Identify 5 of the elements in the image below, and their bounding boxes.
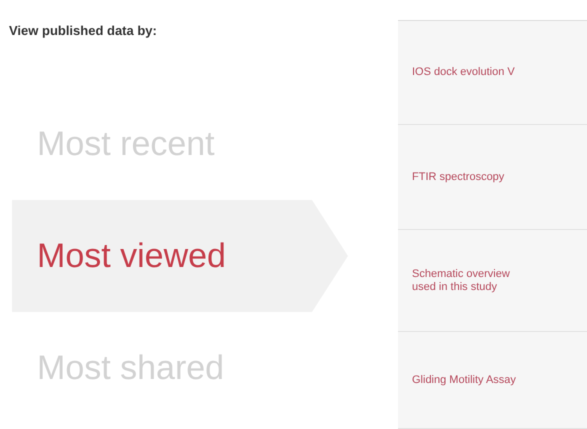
section-heading: View published data by: [9,23,158,39]
dataset-link[interactable]: Gliding Motility Assay [412,374,587,387]
dataset-link[interactable]: FTIR spectroscopy [412,170,587,184]
sort-tab[interactable]: Most viewed [12,200,348,312]
dataset-link[interactable]: IOS dock evolution V [412,66,587,79]
